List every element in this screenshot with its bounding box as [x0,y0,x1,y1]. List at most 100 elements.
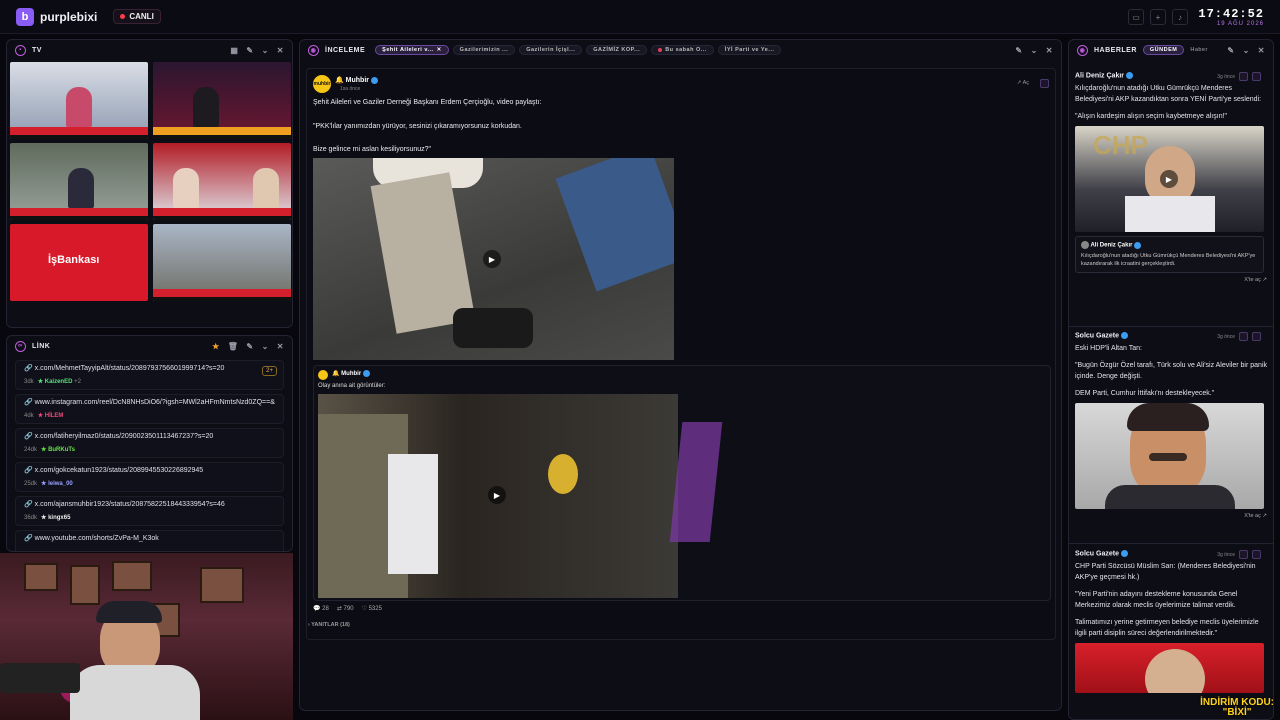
news-video[interactable]: CHP ▶ [1075,126,1264,233]
link-url[interactable]: 🔗 www.instagram.com/reel/DcN8NHsDiO6/?ig… [24,398,275,406]
link-meta: 25dk ★ leiwa_00 [24,480,275,487]
reply-stat[interactable]: 💬 28 [313,605,329,612]
tv-tile[interactable] [153,143,291,220]
link-icon: ∞ [15,340,26,352]
edit-icon[interactable]: ✎ [1227,46,1234,55]
tv-icon: ▪ [15,44,26,56]
link-row[interactable]: 🔗 www.youtube.com/shorts/ZvPa-M_K3ok [15,530,284,551]
news-meta: 3g önce [1217,332,1261,341]
chevron-down-icon[interactable]: ⌄ [262,46,269,55]
tv-tile[interactable] [10,62,148,139]
bookmark-button[interactable] [1252,332,1261,341]
share-button[interactable] [1239,72,1248,81]
review-tab[interactable]: Şehit Aileleri v... ✕ [375,45,449,55]
link-url[interactable]: 🔗 x.com/gokcekatun1923/status/2089945530… [24,466,275,474]
chevron-down-icon[interactable]: ⌄ [1243,46,1250,55]
edit-icon[interactable]: ✎ [246,46,253,55]
open-in-x[interactable]: X'te aç ↗ [1075,513,1267,519]
author-avatar[interactable]: muhbir [313,75,331,93]
app-logo-icon[interactable]: b [16,7,34,26]
close-icon[interactable]: ✕ [277,342,284,351]
post-video[interactable]: ▶ [313,158,674,360]
link-user[interactable]: ★ HİLEM [38,413,64,419]
link-row[interactable]: 🔗 x.com/gokcekatun1923/status/2089945530… [15,462,284,492]
star-icon[interactable]: ★ [212,342,220,351]
tv-tile-logo: İşBankası [48,254,100,266]
link-url[interactable]: 🔗 www.youtube.com/shorts/ZvPa-M_K3ok [24,534,275,542]
news-image[interactable] [1075,643,1264,694]
tv-tile[interactable] [153,224,291,301]
news-source: Solcu Gazete [1075,332,1119,340]
edit-icon[interactable]: ✎ [1015,46,1022,55]
grid-icon[interactable]: ▦ [230,46,238,55]
link-age: 36dk [24,515,38,521]
divider [1069,326,1273,327]
like-stat[interactable]: ♡ 5325 [362,605,382,612]
link-user[interactable]: ★ KaizenED [38,379,73,385]
bookmark-button[interactable] [1040,79,1049,88]
review-tab-label: Gazilerimizin ... [459,47,509,53]
bookmark-button[interactable] [1252,550,1261,559]
link-user[interactable]: ★ leiwa_00 [41,481,73,487]
volume-icon[interactable]: ♪ [1172,9,1188,25]
link-user[interactable]: ★ BuRKuTs [41,447,75,453]
close-icon[interactable]: ✕ [1046,46,1053,55]
quote-author: Muhbir [341,371,362,378]
quote-video[interactable]: ▶ [318,394,678,598]
tab-gundem[interactable]: GÜNDEM [1142,45,1185,55]
play-icon[interactable]: ▶ [483,250,501,268]
link-row[interactable]: 🔗 x.com/MehmetTayyipAlt/status/208979375… [15,360,284,390]
tv-tile[interactable] [153,62,291,139]
news-image[interactable] [1075,403,1264,510]
chevron-down-icon[interactable]: ⌄ [1031,46,1038,55]
open-link[interactable]: ↗ Aç [1017,80,1029,86]
tv-tile[interactable] [10,143,148,220]
close-icon[interactable]: ✕ [277,46,284,55]
tv-tile[interactable]: İşBankası [10,224,148,301]
embed-avatar [1081,241,1089,250]
bookmark-button[interactable] [1252,72,1261,81]
retweet-stat[interactable]: ⇄ 790 [337,605,354,612]
screen-icon[interactable]: ▭ [1128,9,1144,25]
link-row[interactable]: 🔗 x.com/fatiheryilmaz0/status/2090023501… [15,428,284,458]
news-panel-title: HABERLER [1094,46,1137,54]
open-in-x[interactable]: X'te aç ↗ [1075,277,1267,283]
review-tab[interactable]: Gazilerin İçişl... [519,45,583,55]
clock-time: 17:42:52 [1198,7,1264,21]
news-embed[interactable]: Ali Deniz Çakır Kılıçdaroğlu'nun atadığı… [1075,236,1264,274]
quoted-tweet[interactable]: 🔔 Muhbir Olay anına ait görüntüler: ▶ [313,365,1051,601]
news-time: 3g önce [1217,551,1235,558]
chevron-down-icon[interactable]: ⌄ [262,342,269,351]
news-item[interactable]: Ali Deniz Çakır 3g önce Kılıçdaroğlu'nun… [1075,72,1267,283]
news-item[interactable]: Solcu Gazete 3g önce CHP Parti Sözcüsü M… [1075,550,1267,694]
replies-toggle[interactable]: › YANITLAR (18) [308,622,350,628]
post-line: "PKK'lılar yanımızdan yürüyor, sesinizi … [313,122,522,130]
author-name[interactable]: Muhbir [346,77,369,84]
clock: 17:42:52 19 AĞU 2026 [1198,7,1264,27]
like-count: 5325 [368,606,382,612]
portrait-suit [1105,485,1235,510]
author-name-row: 🔔 Muhbir [335,76,378,84]
link-user[interactable]: ★ kingx65 [41,515,70,521]
share-button[interactable] [1239,332,1248,341]
news-item[interactable]: Solcu Gazete 3g önce Eski HDP'li Altan T… [1075,332,1267,519]
review-tab[interactable]: Gazilerimizin ... [452,45,516,55]
review-tab[interactable]: Bu sabah O... [651,45,714,55]
link-row[interactable]: 🔗 www.instagram.com/reel/DcN8NHsDiO6/?ig… [15,394,284,424]
tab-haber[interactable]: Haber [1190,47,1207,53]
link-row[interactable]: 🔗 x.com/ajansmuhbir1923/status/208758225… [15,496,284,526]
close-icon[interactable]: ✕ [1258,46,1265,55]
play-icon[interactable]: ▶ [488,486,506,504]
edit-icon[interactable]: ✎ [246,342,253,351]
verified-icon [1120,550,1128,557]
review-tab[interactable]: GAZİMİZ KOP... [586,45,648,55]
close-tab-icon[interactable]: ✕ [437,47,442,53]
share-button[interactable] [1239,550,1248,559]
trash-icon[interactable]: 🗑 [228,342,239,351]
link-url[interactable]: 🔗 x.com/MehmetTayyipAlt/status/208979375… [24,364,275,372]
add-icon[interactable]: + [1150,9,1166,25]
link-url[interactable]: 🔗 x.com/fatiheryilmaz0/status/2090023501… [24,432,275,440]
link-url[interactable]: 🔗 x.com/ajansmuhbir1923/status/208758225… [24,500,275,508]
review-tab[interactable]: İYİ Parti ve Ye... [717,45,782,55]
news-quote: Talimatımızı yerine getirmeyen belediye … [1075,619,1259,638]
